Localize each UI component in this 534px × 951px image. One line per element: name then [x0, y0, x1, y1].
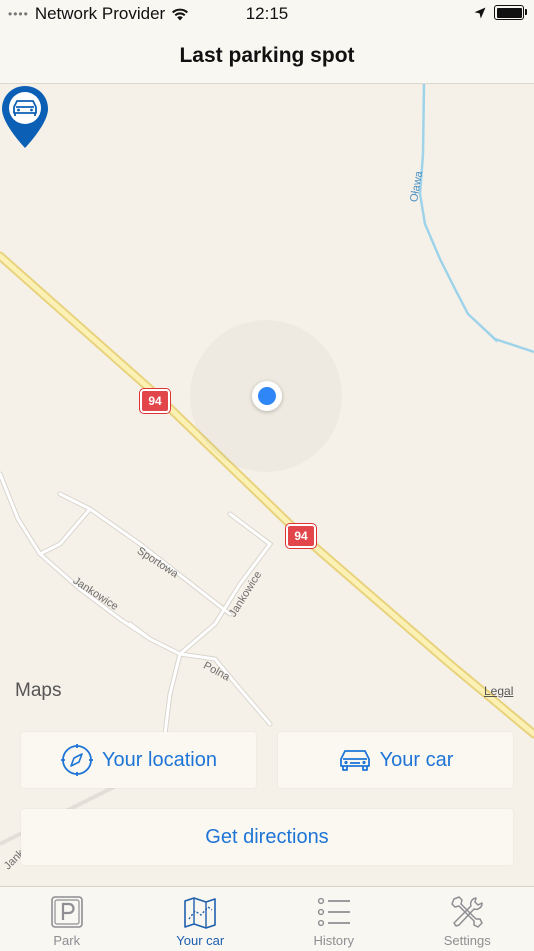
- tab-settings[interactable]: Settings: [401, 887, 534, 951]
- maps-provider-label: Maps: [15, 680, 61, 702]
- car-pin-icon[interactable]: [0, 84, 50, 150]
- get-directions-label: Get directions: [205, 826, 328, 849]
- route-shield: 94: [286, 524, 316, 548]
- tab-history[interactable]: History: [267, 887, 401, 951]
- tab-bar: Park Your car History Settings: [0, 886, 534, 951]
- tab-label: Your car: [176, 933, 224, 948]
- status-bar: •••• Network Provider 12:15: [0, 0, 534, 28]
- river-line: [420, 84, 534, 352]
- location-arrow-icon: [474, 7, 486, 19]
- map-icon: [183, 895, 217, 929]
- river-branch: [468, 314, 497, 342]
- compass-icon: [60, 743, 94, 777]
- get-directions-button[interactable]: Get directions: [21, 809, 513, 865]
- battery-icon: [494, 5, 524, 20]
- tab-label: Park: [53, 933, 80, 948]
- maps-logo: Maps: [13, 680, 61, 702]
- clock: 12:15: [0, 4, 534, 24]
- tab-label: History: [314, 933, 354, 948]
- nav-bar: Last parking spot: [0, 28, 534, 84]
- your-location-label: Your location: [102, 749, 217, 772]
- tab-label: Settings: [444, 933, 491, 948]
- your-car-label: Your car: [380, 749, 454, 772]
- route-shield: 94: [140, 389, 170, 413]
- your-location-button[interactable]: Your location: [21, 732, 256, 788]
- legal-link[interactable]: Legal: [484, 684, 513, 698]
- parking-icon: [50, 895, 84, 929]
- user-location-dot: [252, 381, 282, 411]
- list-icon: [317, 895, 351, 929]
- your-car-button[interactable]: Your car: [278, 732, 513, 788]
- tools-icon: [450, 895, 484, 929]
- tab-your-car[interactable]: Your car: [134, 887, 268, 951]
- tab-park[interactable]: Park: [0, 887, 134, 951]
- car-icon: [338, 747, 372, 773]
- page-title: Last parking spot: [179, 44, 354, 68]
